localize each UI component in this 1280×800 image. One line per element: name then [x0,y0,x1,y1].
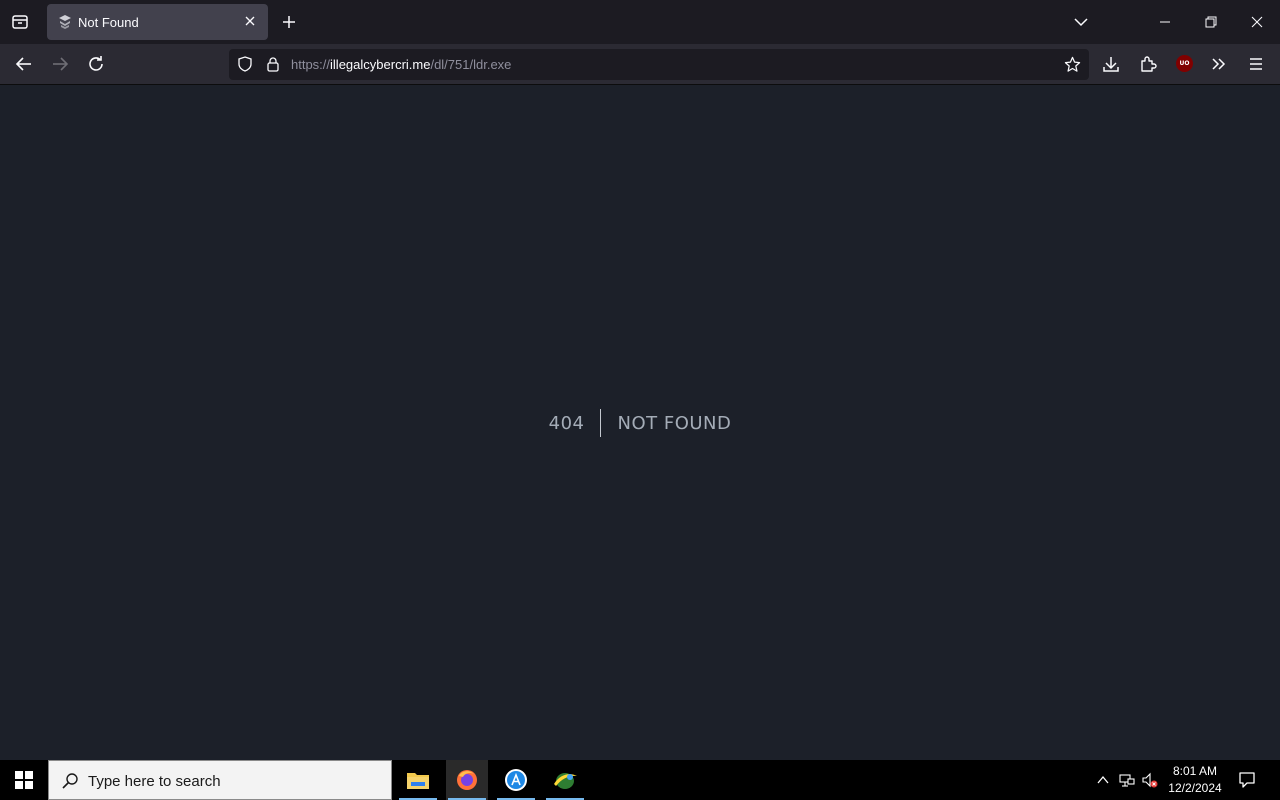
error-text: NOT FOUND [617,412,732,434]
firefox-view-button[interactable] [6,8,34,36]
tab-active[interactable]: Not Found [47,4,268,40]
address-bar[interactable]: https://illegalcybercri.me/dl/751/ldr.ex… [229,49,1089,80]
volume-muted-icon[interactable] [1142,772,1158,788]
tab-bar: Not Found [0,0,1280,44]
search-placeholder: Type here to search [88,773,221,790]
url-host: illegalcybercri.me [330,57,431,72]
firefox-icon [457,770,477,790]
taskbar-app-store[interactable] [495,760,537,800]
system-clock[interactable]: 8:01 AM 12/2/2024 [1160,763,1230,797]
navigation-toolbar: https://illegalcybercri.me/dl/751/ldr.ex… [0,44,1280,85]
windows-taskbar: Type here to search 8:01 AM 12/2/2024 [0,760,1280,800]
hamburger-menu-icon[interactable] [1247,55,1265,73]
url-scheme: https:// [291,57,331,72]
more-tools-chevron-icon[interactable] [1210,55,1228,73]
app-store-icon [505,769,527,791]
downloads-icon[interactable] [1102,55,1120,73]
file-explorer-icon [407,773,429,789]
url-path: /dl/751/ldr.exe [430,57,512,72]
list-all-tabs-icon[interactable] [1073,14,1089,30]
network-app-icon [554,773,577,789]
url-text[interactable]: https://illegalcybercri.me/dl/751/ldr.ex… [291,57,511,72]
bookmark-star-icon[interactable] [1064,56,1081,73]
action-center-notification-icon[interactable] [1238,771,1256,789]
tab-favicon-icon [59,15,71,29]
error-code: 404 [548,412,585,434]
taskbar-search-box[interactable]: Type here to search [48,760,392,800]
new-tab-icon[interactable] [280,13,298,31]
error-message-block: 404 NOT FOUND [0,409,1280,437]
taskbar-firefox[interactable] [446,760,488,800]
clock-time: 8:01 AM [1172,764,1218,778]
lock-icon[interactable] [265,56,281,72]
restore-icon[interactable] [1204,15,1218,29]
tracking-protection-shield-icon[interactable] [237,56,253,72]
firefox-view-icon [12,15,28,29]
reload-icon[interactable] [86,54,106,74]
tab-title: Not Found [78,15,139,30]
extension-badge: UO [1179,60,1190,67]
extensions-puzzle-icon[interactable] [1139,55,1157,73]
clock-date: 12/2/2024 [1168,781,1222,795]
show-hidden-icons-chevron-icon[interactable] [1095,772,1111,788]
tab-close-icon[interactable] [243,14,257,28]
network-status-icon[interactable] [1119,772,1135,788]
ublock-origin-icon[interactable]: UO [1176,55,1193,72]
taskbar-network-app[interactable] [544,760,586,800]
minimize-icon[interactable] [1158,15,1172,29]
page-content: 404 NOT FOUND [0,86,1280,760]
start-button[interactable] [0,760,48,800]
back-arrow-icon[interactable] [14,54,34,74]
taskbar-file-explorer[interactable] [397,760,439,800]
window-close-icon[interactable] [1250,15,1264,29]
windows-logo-icon [15,771,33,789]
search-icon [62,773,78,789]
forward-arrow-icon[interactable] [50,54,70,74]
